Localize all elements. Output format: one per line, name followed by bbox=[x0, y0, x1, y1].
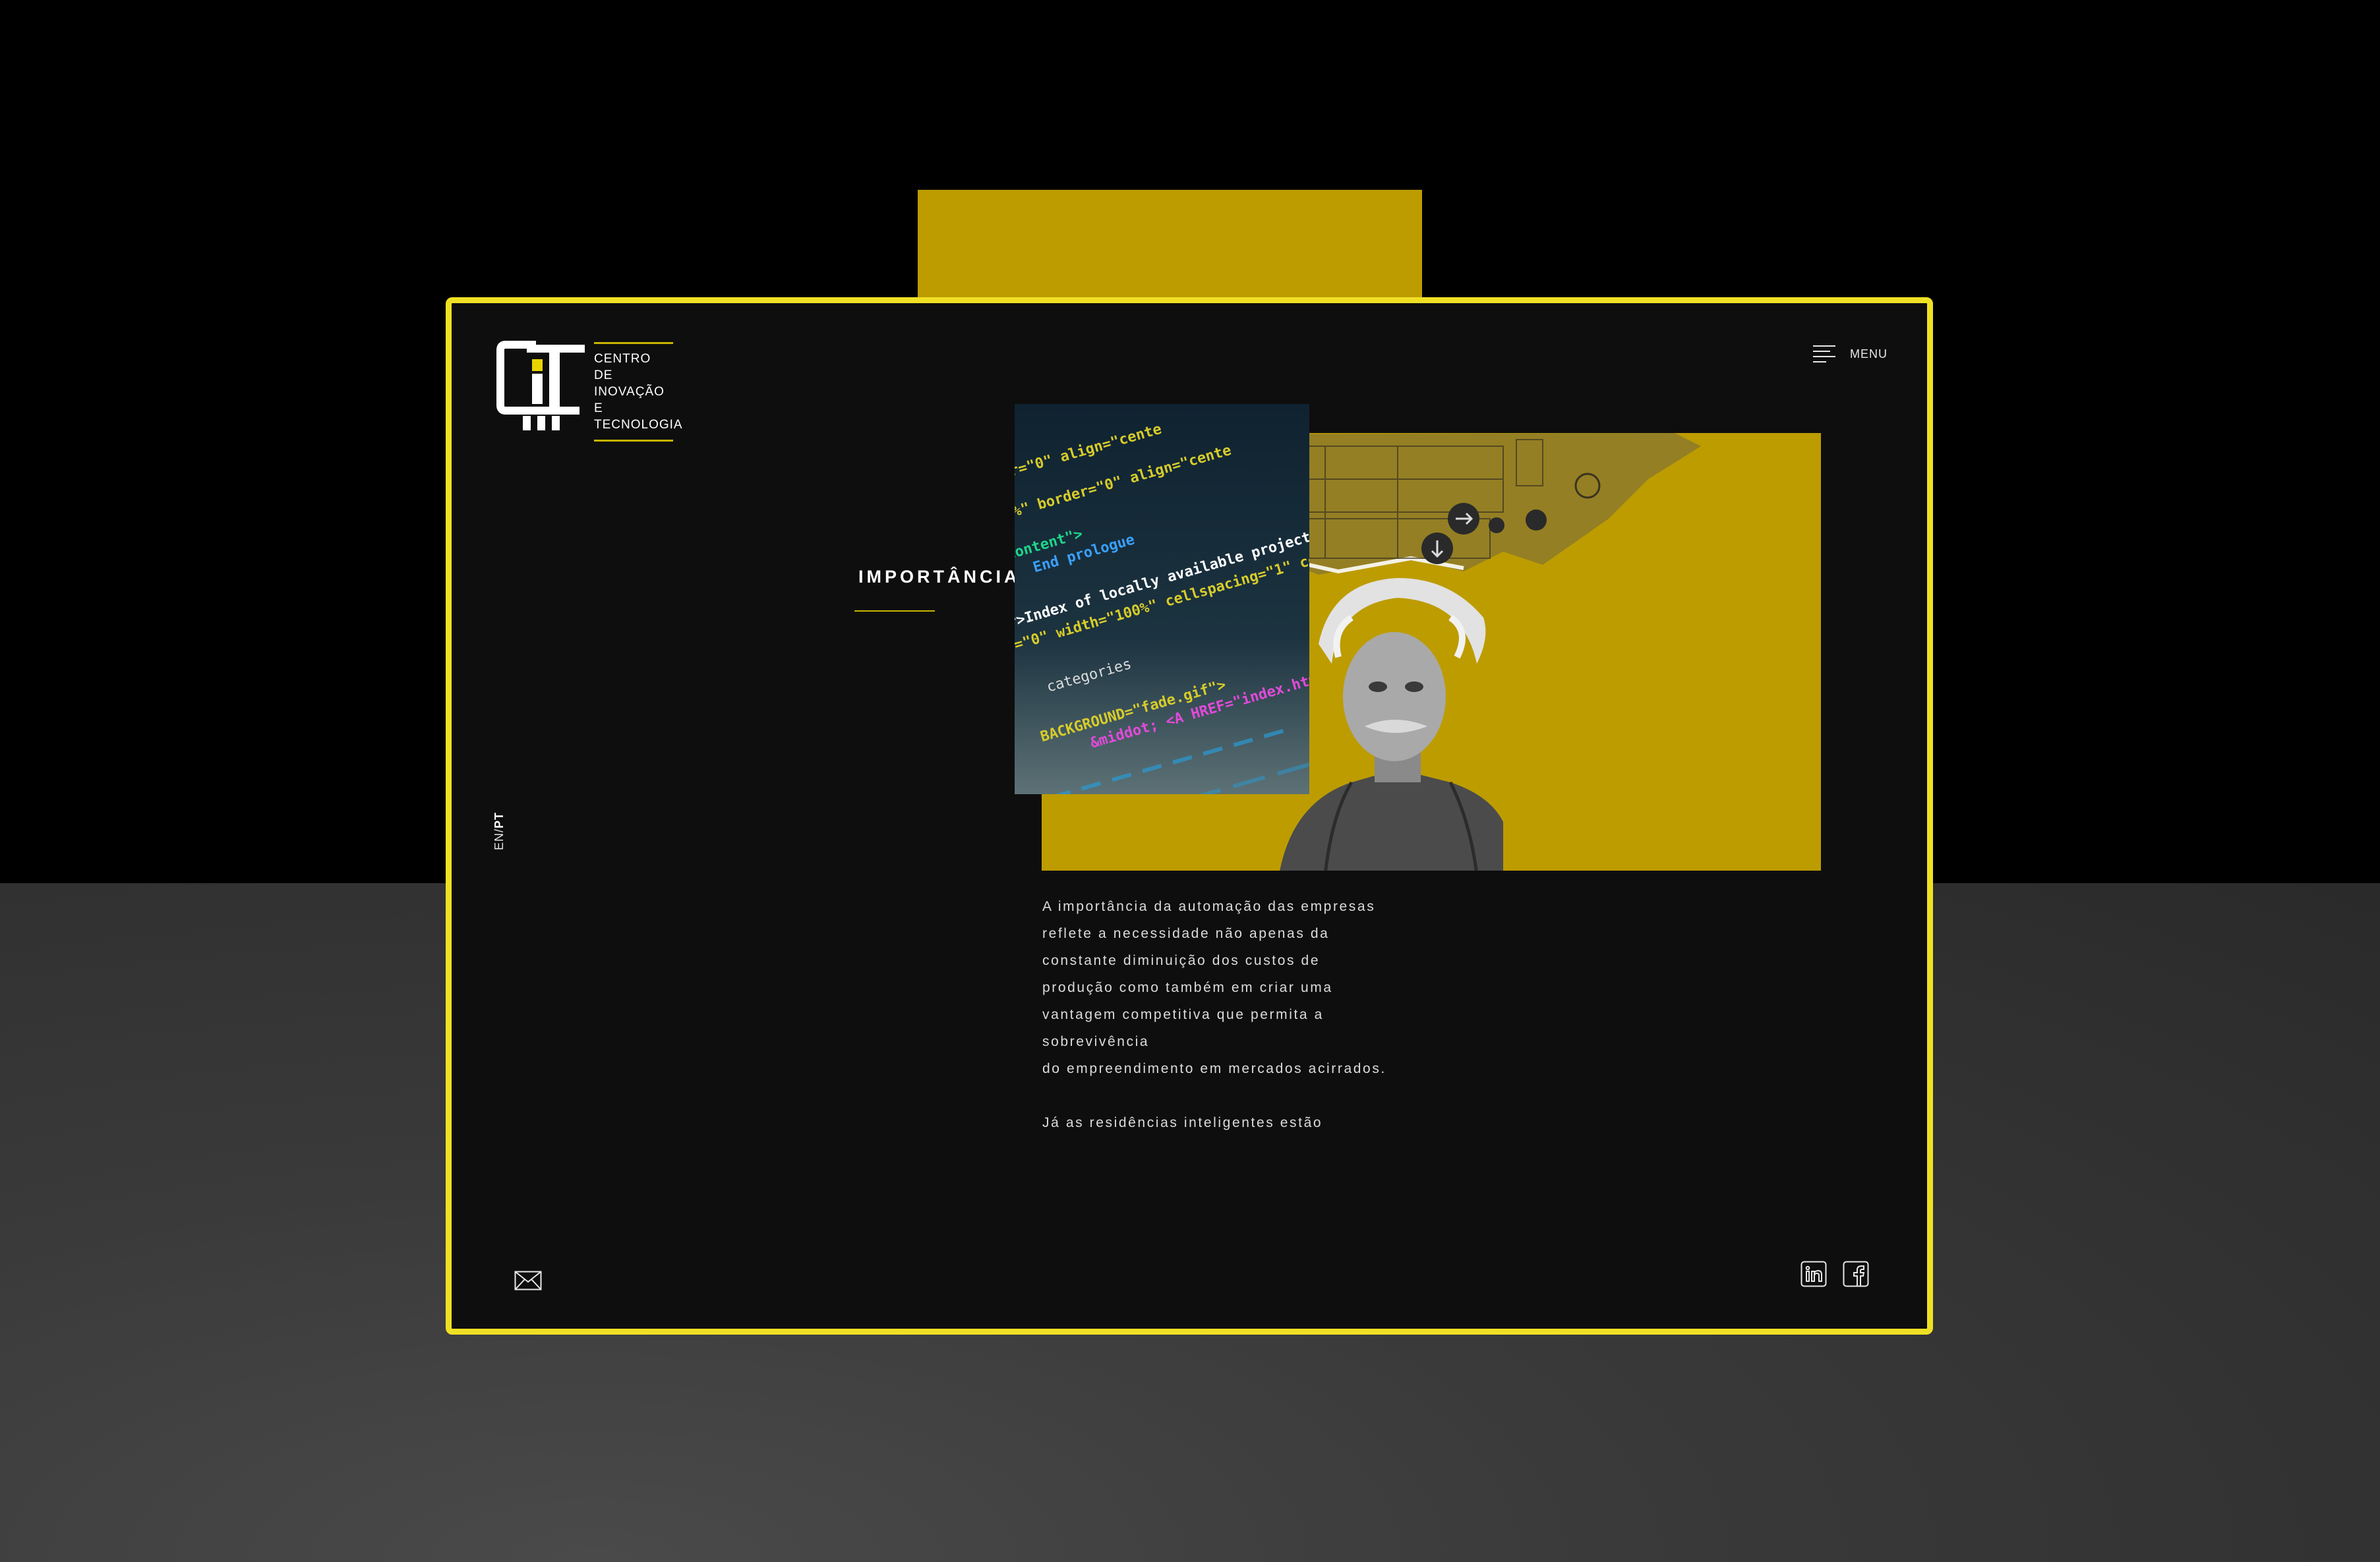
article-body: A importância da automação das empresas … bbox=[1042, 893, 1438, 1136]
logo-line-2: INOVAÇÃO E bbox=[594, 385, 665, 415]
body-line: sobrevivência bbox=[1042, 1034, 1150, 1049]
language-separator: / bbox=[492, 828, 506, 832]
site-logo[interactable]: CENTRO DE INOVAÇÃO E TECNOLOGIA bbox=[496, 339, 682, 442]
body-line: constante diminuição dos custos de bbox=[1042, 953, 1321, 968]
logo-line-3: TECNOLOGIA bbox=[594, 418, 683, 432]
body-line: A importância da automação das empresas bbox=[1042, 899, 1376, 914]
language-option-en[interactable]: EN bbox=[492, 832, 506, 850]
hamburger-icon bbox=[1813, 345, 1835, 362]
body-line: do empreendimento em mercados acirrados. bbox=[1042, 1061, 1386, 1076]
body-line: vantagem competitiva que permita a bbox=[1042, 1007, 1324, 1022]
logo-wordmark: CENTRO DE INOVAÇÃO E TECNOLOGIA bbox=[594, 342, 683, 442]
menu-button[interactable]: MENU bbox=[1813, 344, 1888, 364]
linkedin-icon[interactable] bbox=[1800, 1261, 1827, 1287]
decorative-tab-block bbox=[918, 190, 1422, 302]
mail-icon[interactable] bbox=[514, 1271, 542, 1290]
language-switcher: EN/PT bbox=[492, 791, 512, 850]
cit-logo-mark-icon bbox=[496, 341, 585, 430]
body-line: reflete a necessidade não apenas da bbox=[1042, 926, 1330, 941]
language-option-pt[interactable]: PT bbox=[492, 812, 506, 828]
menu-label: MENU bbox=[1850, 347, 1888, 361]
facebook-icon[interactable] bbox=[1843, 1261, 1869, 1287]
code-screenshot-image: border="0" align="cente "100%" border="0… bbox=[1015, 404, 1309, 794]
logo-line-1: CENTRO DE bbox=[594, 352, 651, 382]
body-line: Já as residências inteligentes estão bbox=[1042, 1115, 1323, 1130]
title-underline bbox=[854, 610, 935, 612]
social-links bbox=[1800, 1261, 1869, 1287]
body-line: produção como também em criar uma bbox=[1042, 980, 1333, 995]
